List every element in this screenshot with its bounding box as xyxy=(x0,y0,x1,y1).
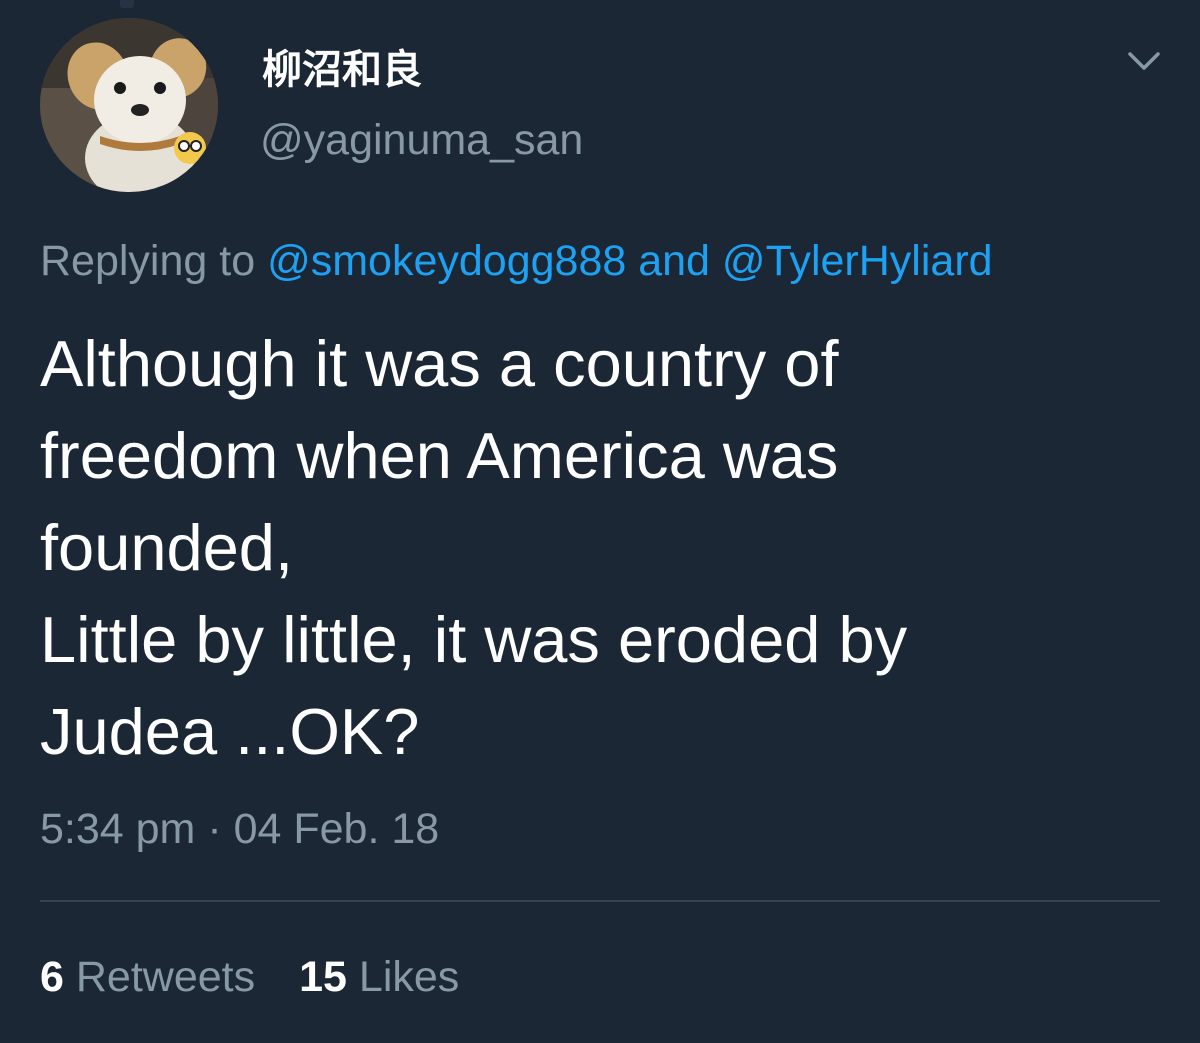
replying-to-conjunction: and xyxy=(626,237,722,285)
display-name[interactable]: 柳沼和良 xyxy=(262,46,422,94)
tweet-text-line: Although it was a country of xyxy=(40,327,839,400)
divider xyxy=(40,900,1160,902)
replying-to-label: Replying to xyxy=(40,237,268,285)
tweet-text-line: founded, xyxy=(40,511,294,584)
retweets-count: 6 xyxy=(40,953,64,1001)
user-handle[interactable]: @yaginuma_san xyxy=(260,114,583,166)
tweet-text: Although it was a country of freedom whe… xyxy=(40,318,1160,778)
retweets-label: Retweets xyxy=(75,953,256,1001)
plush-dog-avatar-icon xyxy=(40,18,218,192)
retweets-stat[interactable]: 6 Retweets xyxy=(40,953,255,1001)
likes-stat[interactable]: 15 Likes xyxy=(299,953,459,1001)
replying-to: Replying to @smokeydogg888 and @TylerHyl… xyxy=(40,234,993,288)
likes-label: Likes xyxy=(358,953,460,1001)
tweet-timestamp[interactable]: 5:34 pm · 04 Feb. 18 xyxy=(40,802,439,856)
mention-link[interactable]: @smokeydogg888 xyxy=(267,237,626,285)
tweet-text-line: freedom when America was xyxy=(40,419,839,492)
tweet-text-line: Little by little, it was eroded by xyxy=(40,603,908,676)
tweet-text-line: Judea ...OK? xyxy=(40,695,420,768)
likes-count: 15 xyxy=(299,953,347,1001)
tweet-stats: 6 Retweets 15 Likes xyxy=(40,950,459,1004)
mention-link[interactable]: @TylerHyliard xyxy=(722,237,993,285)
avatar[interactable] xyxy=(40,18,218,192)
tweet-detail: 柳沼和良 @yaginuma_san Replying to @smokeydo… xyxy=(0,0,1200,1043)
top-edge-fragment xyxy=(120,0,134,8)
chevron-down-icon[interactable] xyxy=(1124,44,1164,76)
